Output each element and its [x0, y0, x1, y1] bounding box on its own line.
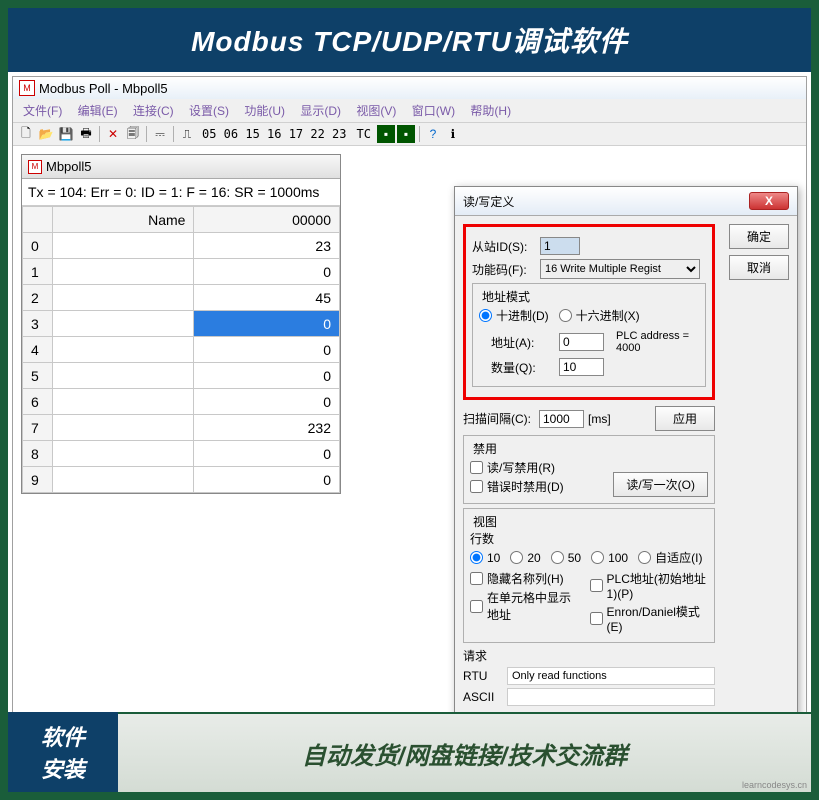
menu-window[interactable]: 窗口(W) — [406, 102, 461, 120]
print-icon[interactable]: 🖶 — [77, 125, 95, 143]
func-label: 功能码(F): — [472, 261, 536, 278]
copy-icon[interactable]: 🗐 — [124, 125, 142, 143]
monitor2-icon[interactable]: ▪ — [397, 125, 415, 143]
addr-input[interactable] — [559, 333, 604, 351]
table-row: 80 — [23, 441, 340, 467]
rw-definition-dialog: 读/写定义 X 确定 取消 从站ID(S): — [454, 186, 798, 718]
slave-id-input[interactable] — [540, 237, 580, 255]
plc-addr-text: PLC address = 4000 — [616, 330, 699, 354]
radio-auto[interactable]: 自适应(I) — [638, 549, 702, 566]
radio-hex[interactable]: 十六进制(X) — [559, 307, 640, 324]
menu-display[interactable]: 显示(D) — [294, 102, 347, 120]
rw-once-button[interactable]: 读/写一次(O) — [613, 472, 708, 497]
addr-mode-title: 地址模式 — [479, 288, 533, 305]
child-title-bar: M Mbpoll5 — [22, 155, 340, 179]
slave-id-label: 从站ID(S): — [472, 238, 536, 255]
rtu-label: RTU — [463, 669, 499, 683]
highlight-box: 从站ID(S): 功能码(F): 16 Write Multiple Regis… — [463, 224, 715, 400]
chk-err-disable[interactable]: 错误时禁用(D) — [470, 478, 564, 495]
scan-unit: [ms] — [588, 412, 611, 426]
selected-cell[interactable]: 0 — [194, 311, 340, 337]
connect-icon[interactable]: ⎓ — [151, 125, 169, 143]
scan-input[interactable] — [539, 410, 584, 428]
table-row: 30 — [23, 311, 340, 337]
rtu-value: Only read functions — [507, 667, 715, 685]
qty-label: 数量(Q): — [491, 359, 555, 376]
col-value[interactable]: 00000 — [194, 207, 340, 233]
app-title: Modbus Poll - Mbpoll5 — [39, 81, 168, 96]
child-title: Mbpoll5 — [46, 159, 92, 174]
addr-label: 地址(A): — [491, 334, 555, 351]
radio-10[interactable]: 10 — [470, 551, 500, 565]
menu-view[interactable]: 视图(V) — [350, 102, 402, 120]
menu-bar: 文件(F) 编辑(E) 连接(C) 设置(S) 功能(U) 显示(D) 视图(V… — [13, 99, 806, 123]
view-title: 视图 — [470, 513, 500, 530]
chk-show-addr[interactable]: 在单元格中显示地址 — [470, 589, 574, 623]
child-window: M Mbpoll5 Tx = 104: Err = 0: ID = 1: F =… — [21, 154, 341, 494]
table-row: 245 — [23, 285, 340, 311]
table-row: 60 — [23, 389, 340, 415]
cancel-button[interactable]: 取消 — [729, 255, 789, 280]
table-row: 90 — [23, 467, 340, 493]
table-row: 10 — [23, 259, 340, 285]
chk-rw-disable[interactable]: 读/写禁用(R) — [470, 459, 564, 476]
app-window: M Modbus Poll - Mbpoll5 文件(F) 编辑(E) 连接(C… — [12, 76, 807, 747]
table-row: 50 — [23, 363, 340, 389]
whatsthis-icon[interactable]: ℹ — [444, 125, 462, 143]
radio-100[interactable]: 100 — [591, 551, 628, 565]
dialog-title: 读/写定义 — [463, 193, 514, 210]
monitor1-icon[interactable]: ▪ — [377, 125, 395, 143]
menu-help[interactable]: 帮助(H) — [464, 102, 517, 120]
func-select[interactable]: 16 Write Multiple Regist — [540, 259, 700, 279]
app-icon: M — [19, 80, 35, 96]
doc-icon: M — [28, 160, 42, 174]
data-grid[interactable]: Name00000 023 10 245 30 40 50 60 7232 80… — [22, 206, 340, 493]
table-row: 7232 — [23, 415, 340, 441]
apply-button[interactable]: 应用 — [655, 406, 715, 431]
save-icon[interactable]: 💾 — [57, 125, 75, 143]
ascii-value — [507, 688, 715, 706]
workspace: M Mbpoll5 Tx = 104: Err = 0: ID = 1: F =… — [13, 146, 806, 746]
ok-button[interactable]: 确定 — [729, 224, 789, 249]
toolbar-codes: 05 06 15 16 17 22 23 — [198, 127, 351, 141]
radio-20[interactable]: 20 — [510, 551, 540, 565]
radio-50[interactable]: 50 — [551, 551, 581, 565]
rows-label: 行数 — [470, 530, 708, 547]
footer-right: 自动发货/网盘链接/技术交流群 learncodesys.cn — [118, 712, 811, 792]
menu-settings[interactable]: 设置(S) — [183, 102, 235, 120]
menu-function[interactable]: 功能(U) — [238, 102, 291, 120]
radio-dec[interactable]: 十进制(D) — [479, 307, 549, 324]
menu-connect[interactable]: 连接(C) — [127, 102, 180, 120]
chk-enron[interactable]: Enron/Daniel模式(E) — [590, 603, 708, 634]
new-icon[interactable]: 🗋 — [17, 125, 35, 143]
open-icon[interactable]: 📂 — [37, 125, 55, 143]
banner-title: Modbus TCP/UDP/RTU调试软件 — [8, 8, 811, 72]
close-icon[interactable]: X — [749, 192, 789, 210]
chk-plc-addr[interactable]: PLC地址(初始地址1)(P) — [590, 570, 708, 601]
dialog-title-bar: 读/写定义 X — [455, 187, 797, 216]
footer-left: 软件 安装 — [8, 712, 118, 792]
qty-input[interactable] — [559, 358, 604, 376]
delete-icon[interactable]: ✕ — [104, 125, 122, 143]
scan-label: 扫描间隔(C): — [463, 410, 535, 427]
table-row: 023 — [23, 233, 340, 259]
disable-title: 禁用 — [470, 440, 500, 457]
pulse-icon[interactable]: ⎍ — [178, 125, 196, 143]
req-title: 请求 — [463, 647, 715, 664]
footer: 软件 安装 自动发货/网盘链接/技术交流群 learncodesys.cn — [8, 712, 811, 792]
help-icon[interactable]: ? — [424, 125, 442, 143]
ascii-label: ASCII — [463, 690, 499, 704]
status-line: Tx = 104: Err = 0: ID = 1: F = 16: SR = … — [22, 179, 340, 206]
title-bar: M Modbus Poll - Mbpoll5 — [13, 77, 806, 99]
menu-edit[interactable]: 编辑(E) — [72, 102, 124, 120]
chk-hide-name[interactable]: 隐藏名称列(H) — [470, 570, 574, 587]
table-row: 40 — [23, 337, 340, 363]
col-name[interactable]: Name — [53, 207, 194, 233]
toolbar: 🗋 📂 💾 🖶 ✕ 🗐 ⎓ ⎍ 05 06 15 16 17 22 23 TC … — [13, 123, 806, 146]
watermark: learncodesys.cn — [742, 780, 807, 790]
menu-file[interactable]: 文件(F) — [17, 102, 68, 120]
toolbar-tc[interactable]: TC — [353, 127, 375, 141]
